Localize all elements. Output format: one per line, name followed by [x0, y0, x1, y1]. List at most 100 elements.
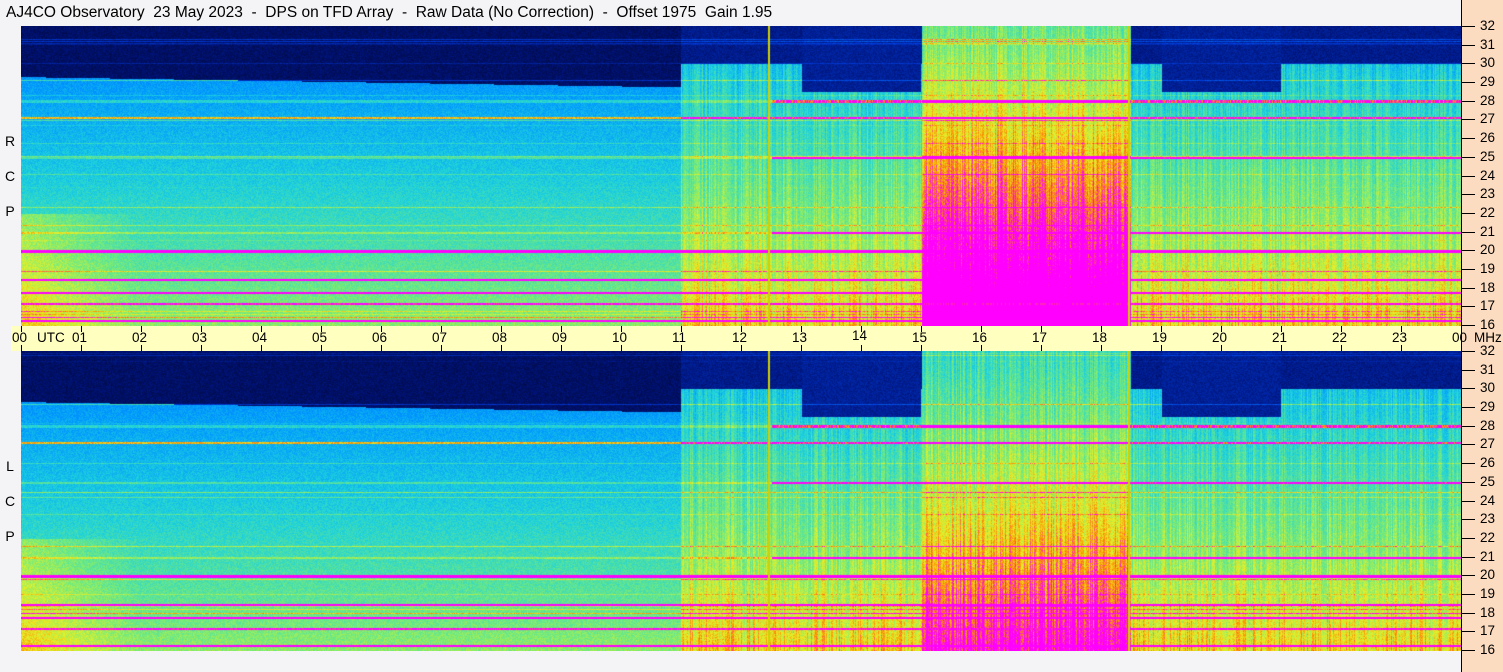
- time-tick-label: 05: [312, 330, 328, 345]
- time-tick: [1281, 345, 1282, 351]
- freq-tick-label: 28: [1480, 93, 1496, 108]
- freq-tick: [1461, 213, 1475, 214]
- freq-tick: [1461, 288, 1475, 289]
- time-tick-label: 17: [1032, 330, 1048, 345]
- freq-tick: [1461, 519, 1475, 520]
- freq-tick: [1461, 538, 1475, 539]
- freq-tick: [1461, 388, 1475, 389]
- polarization-letter: C: [4, 493, 16, 509]
- time-tick-label: 21: [1272, 330, 1288, 345]
- freq-tick: [1461, 176, 1475, 177]
- polarization-letter: P: [5, 203, 15, 219]
- freq-tick-label: 19: [1480, 261, 1496, 276]
- time-tick-label: 10: [612, 330, 628, 345]
- freq-tick: [1461, 407, 1475, 408]
- time-tick: [861, 345, 862, 351]
- freq-tick-label: 17: [1480, 298, 1496, 313]
- time-tick: [1221, 345, 1222, 351]
- freq-tick-label: 32: [1480, 343, 1496, 358]
- time-unit-label: UTC: [37, 330, 65, 345]
- freq-tick: [1461, 306, 1475, 307]
- time-tick: [1341, 345, 1342, 351]
- time-tick: [441, 345, 442, 351]
- freq-tick: [1461, 269, 1475, 270]
- time-tick: [681, 345, 682, 351]
- freq-tick: [1461, 232, 1475, 233]
- freq-tick: [1461, 26, 1475, 27]
- time-tick-label: 22: [1332, 330, 1348, 345]
- time-tick: [81, 345, 82, 351]
- time-tick-label: 08: [492, 330, 508, 345]
- freq-tick: [1461, 45, 1475, 46]
- polarization-letter: L: [6, 458, 14, 474]
- time-tick-label: 09: [552, 330, 568, 345]
- freq-tick-label: 27: [1480, 111, 1496, 126]
- freq-tick-label: 30: [1480, 380, 1496, 395]
- time-tick-label: 23: [1392, 330, 1408, 345]
- time-tick-label: 00: [12, 330, 28, 345]
- time-tick-label: 02: [132, 330, 148, 345]
- time-tick: [1041, 345, 1042, 351]
- time-tick: [501, 345, 502, 351]
- freq-tick-label: 19: [1480, 586, 1496, 601]
- freq-tick-label: 16: [1480, 317, 1496, 332]
- freq-tick: [1461, 370, 1475, 371]
- freq-tick: [1461, 444, 1475, 445]
- time-tick-label: 00: [1452, 330, 1468, 345]
- freq-tick: [1461, 194, 1475, 195]
- time-tick-label: 18: [1092, 330, 1108, 345]
- time-tick: [1401, 345, 1402, 351]
- freq-tick-label: 25: [1480, 474, 1496, 489]
- time-tick: [21, 345, 22, 351]
- time-tick: [381, 345, 382, 351]
- freq-tick-label: 25: [1480, 149, 1496, 164]
- time-tick: [561, 345, 562, 351]
- freq-tick-label: 31: [1480, 37, 1496, 52]
- freq-tick-label: 24: [1480, 168, 1496, 183]
- freq-tick: [1461, 351, 1475, 352]
- time-tick-label: 03: [192, 330, 208, 345]
- polarization-letter: R: [4, 133, 16, 149]
- freq-tick-label: 20: [1480, 567, 1496, 582]
- freq-tick: [1461, 613, 1475, 614]
- time-tick: [981, 345, 982, 351]
- freq-tick-label: 28: [1480, 418, 1496, 433]
- spectrogram-rcp: [21, 26, 1461, 326]
- freq-tick: [1461, 119, 1475, 120]
- time-tick: [1161, 345, 1162, 351]
- freq-tick: [1461, 631, 1475, 632]
- polarization-letter: P: [5, 528, 15, 544]
- freq-tick-label: 23: [1480, 186, 1496, 201]
- freq-tick: [1461, 463, 1475, 464]
- freq-tick: [1461, 557, 1475, 558]
- freq-tick: [1461, 501, 1475, 502]
- time-tick-label: 15: [912, 330, 928, 345]
- polarization-letter: C: [4, 168, 16, 184]
- freq-tick-label: 20: [1480, 242, 1496, 257]
- freq-tick-label: 29: [1480, 74, 1496, 89]
- chart-title: AJ4CO Observatory 23 May 2023 - DPS on T…: [6, 4, 773, 21]
- time-tick: [801, 345, 802, 351]
- time-tick: [201, 345, 202, 351]
- freq-tick: [1461, 325, 1475, 326]
- freq-tick: [1461, 594, 1475, 595]
- spectrogram-lcp: [21, 351, 1461, 651]
- freq-tick-label: 21: [1480, 224, 1496, 239]
- freq-tick: [1461, 250, 1475, 251]
- time-tick-label: 06: [372, 330, 388, 345]
- spectrogram-rcp-canvas: [21, 26, 1461, 326]
- freq-tick: [1461, 101, 1475, 102]
- freq-tick: [1461, 138, 1475, 139]
- freq-tick-label: 22: [1480, 205, 1496, 220]
- freq-tick-label: 32: [1480, 18, 1496, 33]
- freq-tick-label: 16: [1480, 642, 1496, 657]
- time-tick-label: 14: [852, 328, 868, 343]
- time-tick: [321, 345, 322, 351]
- freq-tick-label: 18: [1480, 605, 1496, 620]
- time-tick-label: 20: [1212, 330, 1228, 345]
- freq-tick: [1461, 482, 1475, 483]
- freq-tick-label: 18: [1480, 280, 1496, 295]
- time-tick: [741, 345, 742, 351]
- spectrogram-lcp-canvas: [21, 351, 1461, 651]
- time-tick-label: 12: [732, 330, 748, 345]
